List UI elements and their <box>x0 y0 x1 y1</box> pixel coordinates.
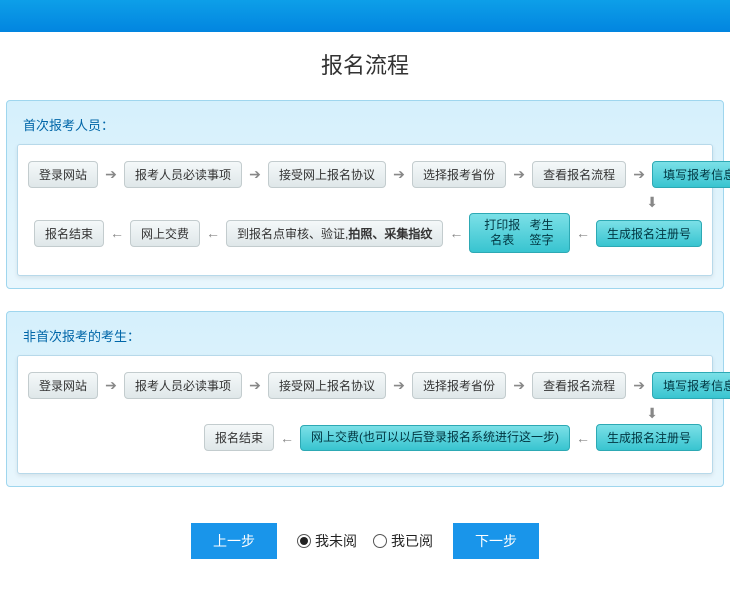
flow-repeat-row2: 生成报名注册号 ← 网上交费 (也可以以后登录报名系统进行这一步) ← 报名结束 <box>28 424 702 451</box>
step-fill-info: 填写报考信息 <box>652 161 730 188</box>
step-print-line2: 考生签字 <box>524 218 559 248</box>
arrow-down-icon: ⬇ <box>646 194 658 211</box>
arrow-right-icon: ➔ <box>248 377 262 394</box>
page-title: 报名流程 <box>0 32 730 100</box>
step-onsite-verify: 到报名点审核、验证,拍照、采集指纹 <box>226 220 443 247</box>
arrow-right-icon: ➔ <box>512 377 526 394</box>
step-accept-agreement: 接受网上报名协议 <box>268 161 386 188</box>
read-radio-group: 我未阅 我已阅 <box>297 531 433 551</box>
next-button[interactable]: 下一步 <box>453 523 539 559</box>
step-mustread: 报考人员必读事项 <box>124 161 242 188</box>
step-fill-info: 填写报考信息 <box>652 372 730 399</box>
radio-read[interactable]: 我已阅 <box>373 531 433 551</box>
step-pay-line2: (也可以以后登录报名系统进行这一步) <box>359 430 559 445</box>
arrow-left-icon: ← <box>576 430 590 446</box>
prev-button[interactable]: 上一步 <box>191 523 277 559</box>
arrow-left-icon: ← <box>206 225 220 241</box>
arrow-left-icon: ← <box>576 225 590 241</box>
step-pay-online: 网上交费 <box>130 220 200 247</box>
arrow-left-icon: ← <box>280 430 294 446</box>
flow-first-row1: 登录网站 ➔ 报考人员必读事项 ➔ 接受网上报名协议 ➔ 选择报考省份 ➔ 查看… <box>28 161 702 188</box>
arrow-right-icon: ➔ <box>104 377 118 394</box>
arrow-right-icon: ➔ <box>632 166 646 183</box>
radio-dot-icon <box>373 534 387 548</box>
step-login: 登录网站 <box>28 372 98 399</box>
step-end: 报名结束 <box>34 220 104 247</box>
radio-unread-label: 我未阅 <box>315 531 357 551</box>
arrow-down-icon: ⬇ <box>646 405 658 422</box>
step-view-flow: 查看报名流程 <box>532 161 626 188</box>
panel-repeat: 非首次报考的考生： 登录网站 ➔ 报考人员必读事项 ➔ 接受网上报名协议 ➔ 选… <box>6 311 724 487</box>
arrow-left-icon: ← <box>110 225 124 241</box>
flow-first: 登录网站 ➔ 报考人员必读事项 ➔ 接受网上报名协议 ➔ 选择报考省份 ➔ 查看… <box>17 144 713 276</box>
step-print-sign: 打印报名表 考生签字 <box>469 213 570 253</box>
step-accept-agreement: 接受网上报名协议 <box>268 372 386 399</box>
step-login: 登录网站 <box>28 161 98 188</box>
arrow-right-icon: ➔ <box>104 166 118 183</box>
step-pay-online-multi: 网上交费 (也可以以后登录报名系统进行这一步) <box>300 425 570 451</box>
step-verify-prefix: 到报名点审核、验证, <box>237 225 348 242</box>
arrow-down-wrap: ⬇ <box>28 405 702 422</box>
step-print-line1: 打印报名表 <box>480 218 524 248</box>
arrow-left-icon: ← <box>449 225 463 241</box>
arrow-down-wrap: ⬇ <box>28 194 702 211</box>
arrow-right-icon: ➔ <box>248 166 262 183</box>
step-view-flow: 查看报名流程 <box>532 372 626 399</box>
arrow-right-icon: ➔ <box>392 377 406 394</box>
arrow-right-icon: ➔ <box>632 377 646 394</box>
step-select-province: 选择报考省份 <box>412 372 506 399</box>
radio-read-label: 我已阅 <box>391 531 433 551</box>
step-pay-line1: 网上交费 <box>311 430 359 445</box>
arrow-right-icon: ➔ <box>392 166 406 183</box>
flow-first-row2: 生成报名注册号 ← 打印报名表 考生签字 ← 到报名点审核、验证,拍照、采集指纹… <box>28 213 702 253</box>
radio-dot-icon <box>297 534 311 548</box>
panel-first-time: 首次报考人员： 登录网站 ➔ 报考人员必读事项 ➔ 接受网上报名协议 ➔ 选择报… <box>6 100 724 289</box>
flow-repeat-row1: 登录网站 ➔ 报考人员必读事项 ➔ 接受网上报名协议 ➔ 选择报考省份 ➔ 查看… <box>28 372 702 399</box>
panel-first-title: 首次报考人员： <box>23 115 713 134</box>
step-mustread: 报考人员必读事项 <box>124 372 242 399</box>
step-end: 报名结束 <box>204 424 274 451</box>
step-gen-regno: 生成报名注册号 <box>596 424 702 451</box>
radio-unread[interactable]: 我未阅 <box>297 531 357 551</box>
footer-controls: 上一步 我未阅 我已阅 下一步 <box>0 509 730 577</box>
step-gen-regno: 生成报名注册号 <box>596 220 702 247</box>
flow-repeat: 登录网站 ➔ 报考人员必读事项 ➔ 接受网上报名协议 ➔ 选择报考省份 ➔ 查看… <box>17 355 713 474</box>
panel-repeat-title: 非首次报考的考生： <box>23 326 713 345</box>
top-bar <box>0 0 730 32</box>
step-verify-bold: 拍照、采集指纹 <box>348 225 432 242</box>
step-select-province: 选择报考省份 <box>412 161 506 188</box>
arrow-right-icon: ➔ <box>512 166 526 183</box>
